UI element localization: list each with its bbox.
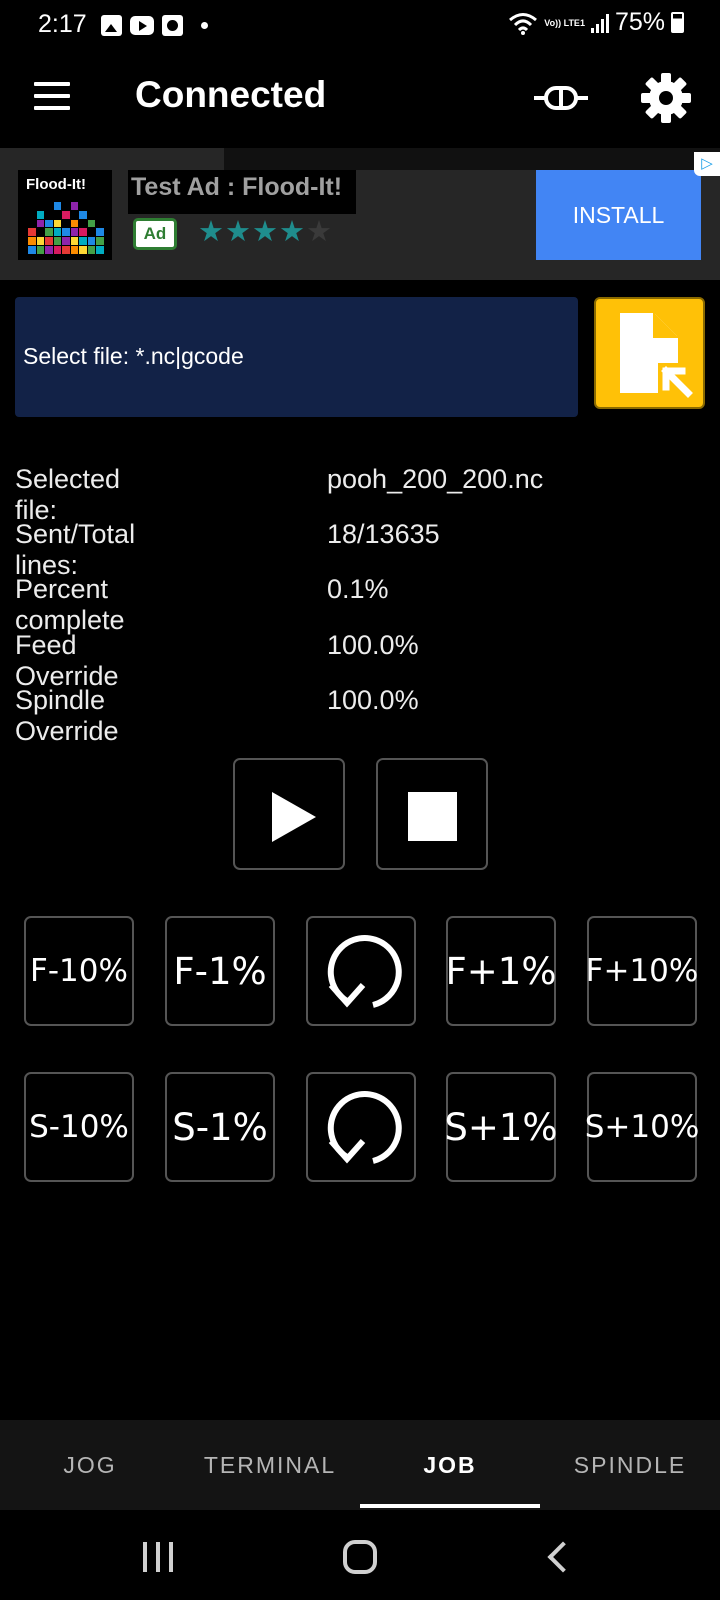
- tab-job[interactable]: JOB: [360, 1420, 540, 1510]
- stop-icon: [408, 792, 457, 841]
- ad-rating-stars: ★★★★★: [198, 214, 333, 249]
- battery-icon: [671, 12, 684, 33]
- status-bar: 2:17 Vo)) LTE1 75%: [0, 0, 720, 52]
- feed-minus-10-button[interactable]: F-10%: [24, 916, 134, 1026]
- info-value: pooh_200_200.nc: [327, 464, 544, 494]
- spindle-reset-button[interactable]: [306, 1072, 416, 1182]
- home-icon[interactable]: [343, 1540, 377, 1574]
- info-value: 100.0%: [327, 685, 419, 715]
- feed-reset-button[interactable]: [306, 916, 416, 1026]
- file-open-icon: [620, 313, 694, 399]
- ad-title: Test Ad : Flood-It!: [131, 173, 343, 201]
- ad-logo-pixels: [28, 202, 104, 254]
- ad-banner[interactable]: Flood-It! Test Ad : Flood-It! Ad ★★★★★ I…: [0, 148, 720, 280]
- spindle-minus-1-button[interactable]: S-1%: [165, 1072, 275, 1182]
- active-tab-indicator: [360, 1504, 540, 1508]
- star-icon: ★: [306, 216, 333, 248]
- signal-icon: [590, 13, 609, 33]
- file-open-button[interactable]: [594, 297, 705, 409]
- youtube-icon: [130, 16, 154, 35]
- tab-jog[interactable]: JOG: [0, 1420, 180, 1510]
- bottom-tab-bar: JOG TERMINAL JOB SPINDLE: [0, 1420, 720, 1510]
- file-select-label: Select file: *.nc|gcode: [23, 343, 244, 369]
- star-icon: ★: [198, 216, 225, 248]
- info-value: 100.0%: [327, 630, 419, 660]
- ad-choices-icon[interactable]: ▷: [694, 152, 720, 176]
- ad-logo-text: Flood-It!: [26, 176, 86, 193]
- app-toolbar: Connected: [0, 52, 720, 148]
- spindle-plus-1-button[interactable]: S+1%: [444, 1072, 558, 1182]
- tab-terminal[interactable]: TERMINAL: [180, 1420, 360, 1510]
- stop-button[interactable]: [376, 758, 488, 870]
- alarm-icon: [162, 15, 183, 36]
- info-label: Percent complete: [15, 574, 125, 635]
- reset-icon: [327, 1091, 402, 1164]
- menu-icon[interactable]: [34, 82, 70, 110]
- tab-spindle[interactable]: SPINDLE: [540, 1420, 720, 1510]
- star-icon: ★: [225, 216, 252, 248]
- ad-app-logo: Flood-It!: [18, 170, 112, 260]
- info-label: Feed Override: [15, 630, 119, 691]
- info-value: 0.1%: [327, 574, 389, 604]
- spindle-plus-10-button[interactable]: S+10%: [585, 1072, 699, 1182]
- system-icons: Vo)) LTE1 75%: [508, 8, 684, 37]
- status-time: 2:17: [38, 10, 87, 38]
- info-value: 18/13635: [327, 519, 440, 549]
- recents-icon[interactable]: [143, 1542, 173, 1572]
- feed-plus-10-button[interactable]: F+10%: [586, 916, 698, 1026]
- wifi-icon: [509, 12, 538, 35]
- usb-connect-icon[interactable]: [532, 78, 590, 118]
- gear-icon[interactable]: [640, 72, 692, 124]
- feed-minus-1-button[interactable]: F-1%: [165, 916, 275, 1026]
- battery-percent: 75%: [614, 8, 665, 36]
- info-label: Selected file:: [15, 464, 121, 525]
- info-label: Spindle Override: [15, 685, 119, 746]
- notification-icons: [101, 15, 208, 36]
- play-button[interactable]: [233, 758, 345, 870]
- more-notifications-icon: [201, 22, 208, 29]
- info-label: Sent/Total lines:: [15, 519, 136, 580]
- feed-plus-1-button[interactable]: F+1%: [446, 916, 557, 1026]
- ad-install-button[interactable]: INSTALL: [536, 170, 701, 260]
- play-icon: [272, 792, 316, 842]
- system-nav-bar: [0, 1510, 720, 1600]
- back-icon[interactable]: [547, 1541, 579, 1573]
- star-icon: ★: [252, 216, 279, 248]
- spindle-minus-10-button[interactable]: S-10%: [24, 1072, 134, 1182]
- page-title: Connected: [135, 74, 327, 115]
- reset-icon: [327, 935, 402, 1008]
- gallery-icon: [101, 15, 122, 36]
- star-icon: ★: [279, 216, 306, 248]
- ad-badge: Ad: [133, 218, 177, 250]
- file-select-field[interactable]: Select file: *.nc|gcode: [15, 297, 578, 417]
- network-type: Vo)) LTE1: [544, 17, 585, 28]
